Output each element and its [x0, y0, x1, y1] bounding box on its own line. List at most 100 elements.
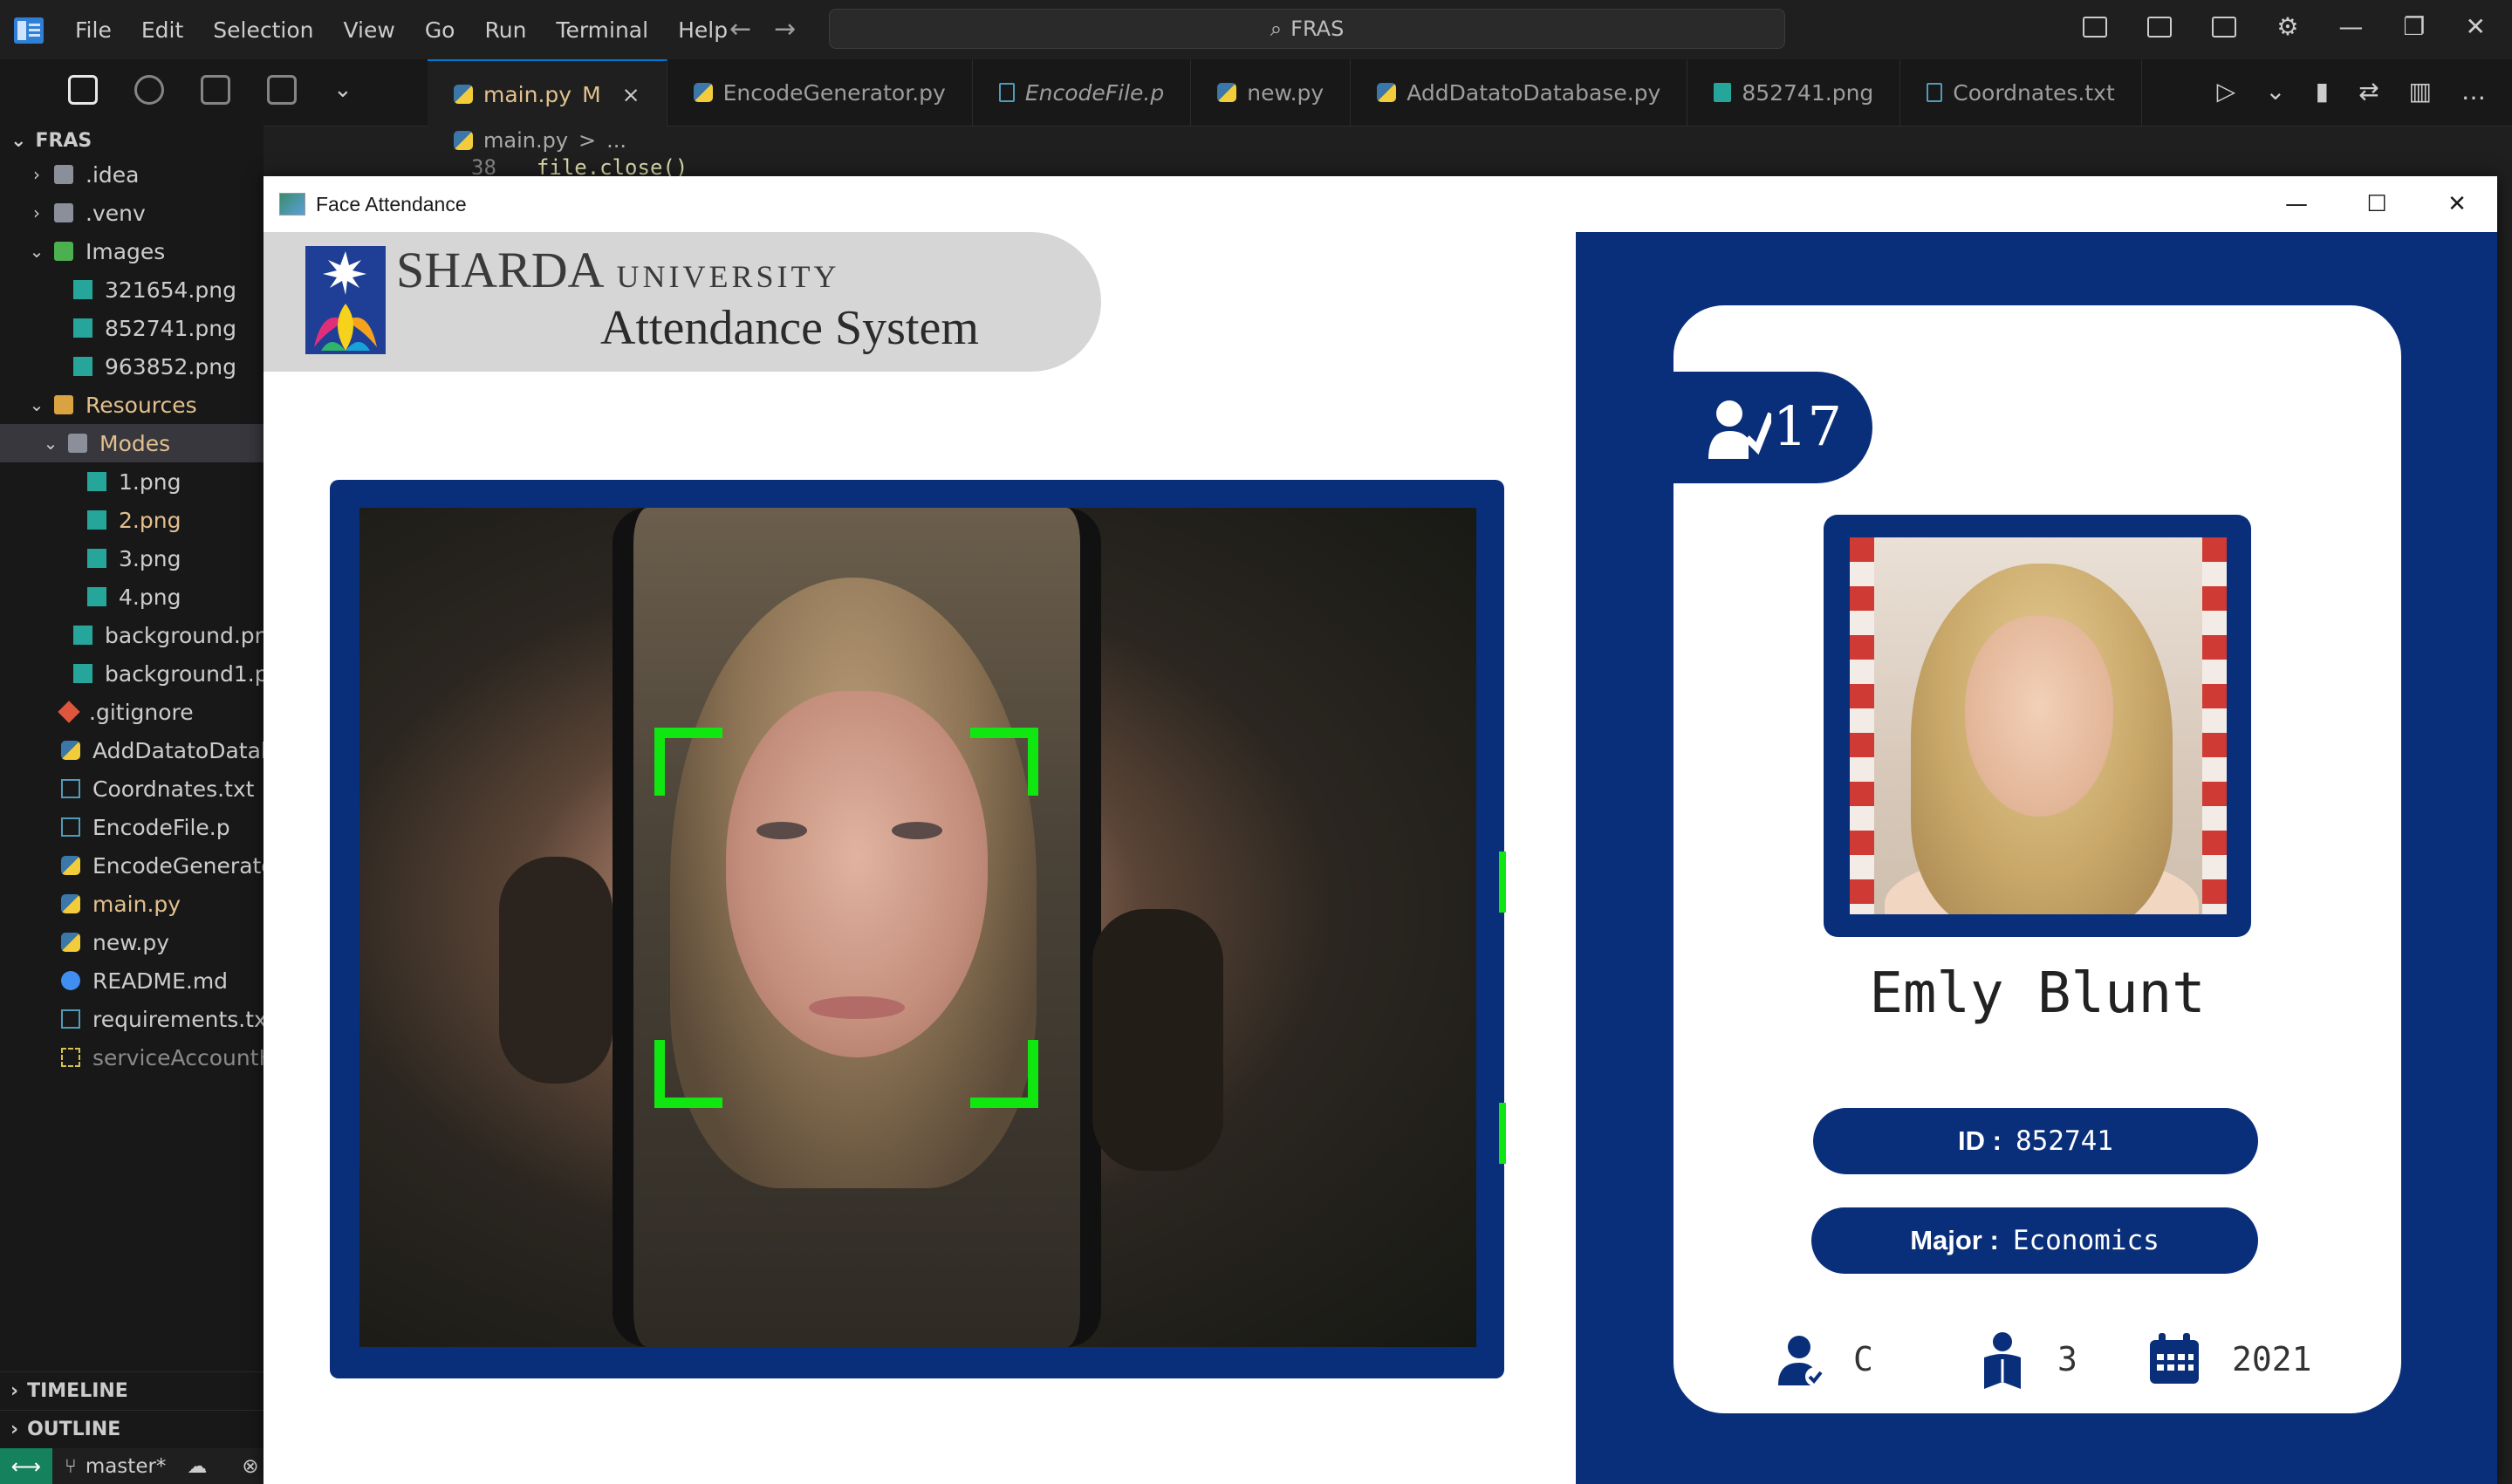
extensions-icon[interactable] [267, 75, 297, 105]
git-branch[interactable]: ⑂ master* ☁ ⊗ [65, 1448, 259, 1484]
back-arrow-icon[interactable]: ← [729, 14, 751, 44]
tree-file-readme[interactable]: README.md [0, 961, 264, 1000]
errors-icon[interactable]: ⊗ [242, 1455, 258, 1478]
run-dropdown-chevron-icon[interactable]: ⌄ [2265, 77, 2285, 106]
menu-selection[interactable]: Selection [213, 17, 313, 43]
menu-file[interactable]: File [75, 17, 112, 43]
images-folder-icon [54, 242, 73, 261]
tree-file-1png[interactable]: 1.png [0, 462, 264, 501]
command-center-label: FRAS [1290, 17, 1345, 41]
minimize-icon[interactable]: — [2338, 12, 2363, 41]
tree-file-852741[interactable]: 852741.png [0, 309, 264, 347]
tree-file-2png[interactable]: 2.png [0, 501, 264, 539]
chevron-down-icon: ⌄ [10, 129, 27, 152]
image-file-icon [73, 626, 92, 645]
tree-file-background1[interactable]: background1.p [0, 654, 264, 693]
tree-file-4png[interactable]: 4.png [0, 578, 264, 616]
split-editor-icon[interactable]: ▥ [2409, 77, 2432, 106]
chevron-down-icon[interactable]: ⌄ [333, 75, 353, 105]
explorer-sidebar: ⌄ FRAS › .idea › .venv ⌄ Images 321654.png … [0, 126, 264, 1460]
close-icon[interactable]: ✕ [2466, 12, 2486, 41]
search-view-icon[interactable] [134, 75, 164, 105]
sharda-logo-icon [305, 246, 386, 354]
student-info-panel: 17 Emly Blunt ID : 852741 Major : Econom… [1576, 232, 2497, 1484]
tree-file-requirements[interactable]: requirements.txt [0, 1000, 264, 1038]
breadcrumb-symbol[interactable]: ... [606, 128, 626, 153]
history-nav: ← → [729, 14, 796, 44]
run-icon[interactable]: ▷ [2217, 77, 2236, 106]
menu-help[interactable]: Help [678, 17, 728, 43]
gear-icon[interactable]: ⚙ [2276, 12, 2298, 41]
cloud-sync-icon[interactable]: ☁ [187, 1455, 207, 1478]
tab-close-icon[interactable]: × [622, 82, 640, 107]
green-edge-marker [1499, 851, 1506, 913]
user-check-icon [1778, 1336, 1824, 1386]
vscode-titlebar: File Edit Selection View Go Run Terminal… [0, 0, 2512, 59]
menu-view[interactable]: View [343, 17, 394, 43]
tab-encode-file[interactable]: EncodeFile.p [972, 59, 1192, 126]
tab-coordnates-txt[interactable]: Coordnates.txt [1900, 59, 2142, 126]
tree-folder-venv[interactable]: › .venv [0, 194, 264, 232]
tree-file-encodegenerator[interactable]: EncodeGenerato [0, 846, 264, 885]
tree-folder-resources[interactable]: ⌄ Resources [0, 386, 264, 424]
tab-encode-generator[interactable]: EncodeGenerator.py [667, 59, 973, 126]
explorer-icon[interactable] [68, 75, 98, 105]
menu-go[interactable]: Go [425, 17, 455, 43]
tree-file-963852[interactable]: 963852.png [0, 347, 264, 386]
toggle-sidebar-icon[interactable] [2083, 16, 2108, 38]
tree-file-add-data[interactable]: AddDatatoDatab [0, 731, 264, 769]
face-attendance-window: Face Attendance — ☐ ✕ SHARDA UNIVERSITY A… [264, 176, 2497, 1484]
outline-section[interactable]: › OUTLINE [0, 1410, 264, 1448]
tree-file-encodefile[interactable]: EncodeFile.p [0, 808, 264, 846]
toggle-panel-icon[interactable] [2147, 16, 2173, 38]
source-control-icon[interactable] [201, 75, 230, 105]
tab-852741-png[interactable]: 852741.png [1687, 59, 1901, 126]
tree-file-new-py[interactable]: new.py [0, 923, 264, 961]
breadcrumb: main.py > ... [454, 126, 626, 155]
chevron-right-icon: › [33, 202, 40, 223]
minimize-icon[interactable]: — [2256, 176, 2337, 232]
resources-folder-icon [54, 395, 73, 414]
text-file-icon [61, 779, 80, 798]
menu-run[interactable]: Run [484, 17, 526, 43]
more-actions-icon[interactable]: … [2461, 77, 2486, 106]
close-icon[interactable]: ✕ [2417, 176, 2497, 232]
tree-file-background[interactable]: background.pn [0, 616, 264, 654]
tab-add-data-to-database[interactable]: AddDatatoDatabase.py [1351, 59, 1688, 126]
command-center-search[interactable]: ⌕ FRAS [829, 9, 1785, 49]
maximize-icon[interactable]: ☐ [2337, 176, 2417, 232]
python-file-icon [454, 131, 473, 150]
tab-main-py[interactable]: main.py M × [428, 59, 667, 127]
git-icon [58, 701, 80, 723]
image-file-icon [73, 280, 92, 299]
explorer-root[interactable]: ⌄ FRAS [0, 126, 264, 155]
breadcrumb-file[interactable]: main.py [483, 128, 568, 153]
restore-icon[interactable]: ❐ [2403, 12, 2425, 41]
search-icon: ⌕ [1270, 17, 1283, 41]
student-stats: C 3 2021 [1674, 1331, 2401, 1401]
menu-terminal[interactable]: Terminal [556, 17, 648, 43]
tab-new-py[interactable]: new.py [1191, 59, 1352, 126]
id-label: ID : [1958, 1125, 2002, 1156]
tree-file-main-py[interactable]: main.py [0, 885, 264, 923]
modified-badge: M [582, 81, 601, 107]
remote-icon[interactable]: ⟷ [0, 1448, 52, 1484]
tree-file-3png[interactable]: 3.png [0, 539, 264, 578]
compare-icon[interactable]: ⇄ [2358, 77, 2379, 106]
timeline-section[interactable]: › TIMELINE [0, 1371, 264, 1410]
student-name: Emly Blunt [1869, 961, 2206, 1026]
debug-icon[interactable]: ▮ [2316, 77, 2329, 106]
tree-folder-images[interactable]: ⌄ Images [0, 232, 264, 270]
tree-file-321654[interactable]: 321654.png [0, 270, 264, 309]
tree-folder-modes[interactable]: ⌄ Modes [0, 424, 264, 462]
toggle-secondary-sidebar-icon[interactable] [2212, 16, 2237, 38]
python-file-icon [61, 741, 80, 760]
tree-file-gitignore[interactable]: .gitignore [0, 693, 264, 731]
python-file-icon [61, 894, 80, 913]
tree-file-coordnates[interactable]: Coordnates.txt [0, 769, 264, 808]
forward-arrow-icon[interactable]: → [774, 14, 796, 44]
menu-edit[interactable]: Edit [141, 17, 183, 43]
tree-file-service-account[interactable]: serviceAccountK [0, 1038, 264, 1077]
tree-folder-idea[interactable]: › .idea [0, 155, 264, 194]
chevron-right-icon: › [10, 1380, 19, 1402]
